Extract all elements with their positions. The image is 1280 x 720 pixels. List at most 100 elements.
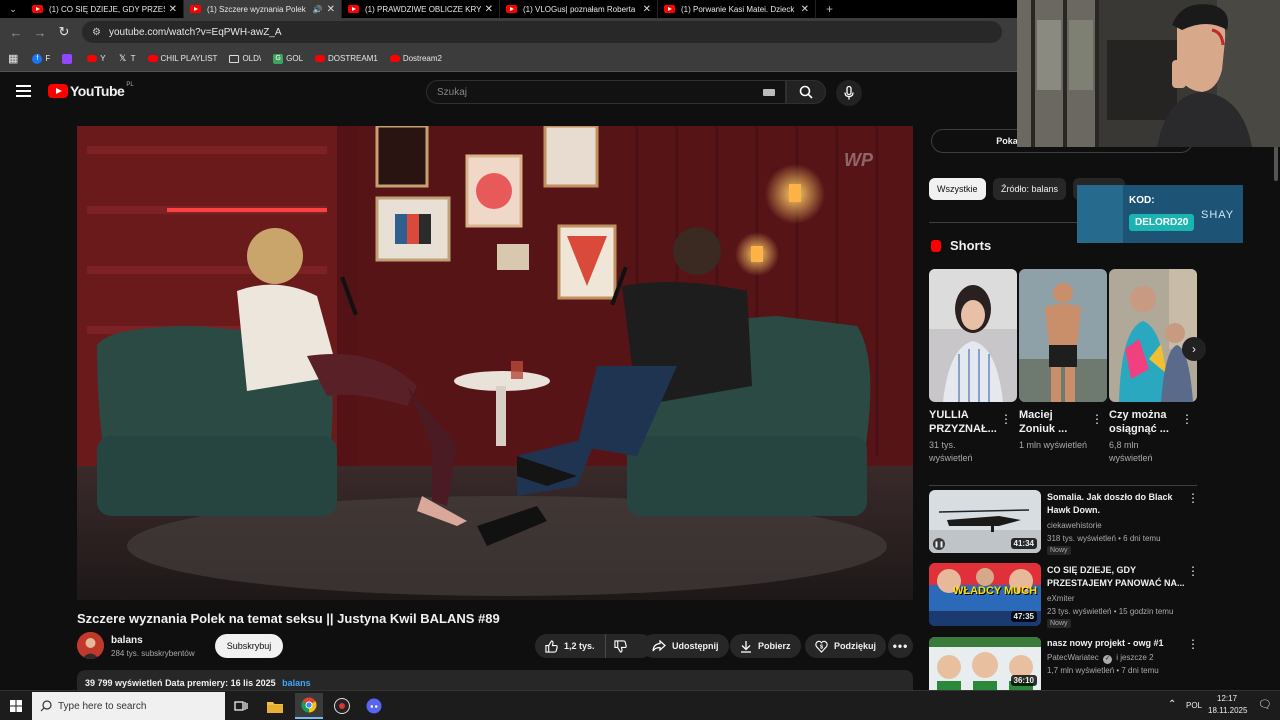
youtube-logo[interactable]: YouTube PL [48,82,134,99]
video-player[interactable]: WP [77,126,913,600]
shorts-heading: Shorts [931,238,991,253]
more-actions-button[interactable]: ••• [888,634,913,658]
short-thumbnail[interactable] [1019,269,1107,402]
recommended-channel[interactable]: PatecWariatec ✓ i jeszcze 2 [1047,651,1192,664]
chrome-icon[interactable] [295,693,323,719]
recommended-title[interactable]: Somalia. Jak doszło do Black Hawk Down. [1047,491,1185,517]
recommended-thumbnail[interactable]: ❚❚ 41:34 [929,490,1041,553]
more-vertical-icon[interactable]: ⋮ [1000,412,1012,426]
reload-icon[interactable]: ↻ [52,24,76,40]
browser-tab[interactable]: (1) Porwanie Kasi Matei. Dzieck ✕ [658,0,816,18]
browser-tab[interactable]: (1) VLOGus| poznałam Roberta ✕ [500,0,658,18]
bookmark-dostream2[interactable]: Dostream2 [389,54,442,63]
search-button[interactable] [786,80,826,104]
new-tab-icon[interactable]: + [826,2,833,16]
menu-icon[interactable] [16,85,31,97]
bookmark-chil-playlist[interactable]: CHIL PLAYLIST [147,54,217,63]
close-tab-icon[interactable]: ✕ [485,4,493,15]
promo-code-overlay: KOD: DELORD20 SHAY [1077,185,1243,243]
browser-tab[interactable]: (1) PRAWDZIWE OBLICZE KRYZ ✕ [342,0,500,18]
recommended-title[interactable]: nasz nowy projekt - owg #1 [1047,637,1185,650]
more-vertical-icon[interactable]: ⋮ [1187,637,1199,651]
pause-icon[interactable]: ❚❚ [933,538,945,550]
like-button[interactable]: 1,2 tys. [535,634,606,658]
url-field[interactable]: ⚙ youtube.com/watch?v=EqPWH-awZ_A [82,21,1002,43]
like-dislike-group: 1,2 tys. [535,634,653,658]
recommended-channel[interactable]: eXmiter [1047,592,1192,605]
download-button[interactable]: Pobierz [730,634,801,658]
recommended-channel[interactable]: ciekawehistorie [1047,519,1192,532]
bookmark-twitch[interactable] [62,53,75,64]
speaker-icon[interactable]: 🔊 [313,5,323,14]
close-tab-icon[interactable]: ✕ [169,4,177,15]
short-title[interactable]: Czy można osiągnąć ... [1109,408,1179,436]
more-vertical-icon[interactable]: ⋮ [1181,412,1193,426]
chip-source-balans[interactable]: Źródło: balans [993,178,1067,200]
voice-search-button[interactable] [836,80,862,106]
more-vertical-icon[interactable]: ⋮ [1091,412,1103,426]
short-thumbnail[interactable] [1109,269,1197,402]
subscribe-button[interactable]: Subskrybuj [215,634,283,658]
youtube-icon [147,55,158,62]
apps-grid-icon[interactable]: ▦ [8,52,18,65]
search-input[interactable]: Szukaj [426,80,786,104]
new-badge: Nowy [1047,619,1071,628]
back-arrow-icon[interactable]: ← [4,25,28,40]
short-title[interactable]: Maciej Zoniuk ... [1019,408,1089,436]
more-vertical-icon[interactable]: ⋮ [1187,564,1199,578]
close-tab-icon[interactable]: ✕ [327,4,335,15]
youtube-favicon-icon [348,5,359,13]
short-title[interactable]: YULLIA PRZYZNAŁ... [929,408,999,436]
short-views: 1 mln wyświetleń [1019,440,1088,450]
dislike-button[interactable] [606,634,642,658]
forward-arrow-icon[interactable]: → [28,25,52,40]
bookmark-folder-old[interactable]: OLD\ [229,54,261,63]
discord-icon[interactable] [360,693,388,719]
short-thumbnail-image [929,269,1017,402]
avatar[interactable] [77,632,104,659]
bookmark-youtube[interactable]: Y [87,54,106,63]
page-scrollbar[interactable] [1274,145,1278,181]
taskbar-search-input[interactable]: Type here to search [32,692,225,720]
task-view-icon[interactable] [227,693,255,719]
shorts-next-button[interactable]: › [1182,337,1206,361]
tab-search-chevron-icon[interactable]: ⌄ [0,0,26,18]
close-tab-icon[interactable]: ✕ [801,4,809,15]
recommended-title[interactable]: CO SIĘ DZIEJE, GDY PRZESTAJEMY PANOWAĆ N… [1047,564,1185,590]
youtube-favicon-icon [190,5,201,13]
recommended-thumbnail[interactable]: WŁADCY MUCH 47:35 [929,563,1041,626]
short-thumbnail[interactable] [929,269,1017,402]
clock-date[interactable]: 18.11.2025 [1208,706,1247,715]
share-button[interactable]: Udostępnij [642,634,729,658]
subscriber-count: 284 tys. subskrybentów [111,649,195,658]
obs-recording-icon[interactable] [328,693,356,719]
browser-tab[interactable]: (1) CO SIĘ DZIEJE, GDY PRZESTA✕ [26,0,184,18]
channel-avatar-image [77,632,104,659]
hashtag-link[interactable]: balans [282,678,311,688]
windows-start-icon[interactable] [10,700,22,712]
view-count: 39 799 wyświetleń [85,678,163,688]
chip-all[interactable]: Wszystkie [929,178,986,200]
gol-icon: G [273,53,284,64]
bookmark-facebook[interactable]: fF [32,53,50,64]
channel-name[interactable]: balans [111,635,143,646]
recommended-thumbnail[interactable]: 36:10 [929,637,1041,690]
youtube-favicon-icon [32,5,43,13]
chevron-right-icon: › [1192,342,1196,356]
bookmark-x[interactable]: 𝕏T [118,53,136,64]
close-tab-icon[interactable]: ✕ [643,4,651,15]
bookmark-gol[interactable]: G GOL [273,53,303,64]
search-icon [40,700,52,712]
browser-tab-active[interactable]: (1) Szczere wyznania Polek 🔊 ✕ [184,0,342,18]
keyboard-icon[interactable] [763,89,775,96]
thanks-button[interactable]: $ Podziękuj [805,634,887,658]
short-thumbnail-image [1109,269,1197,402]
more-vertical-icon[interactable]: ⋮ [1187,491,1199,505]
site-settings-icon[interactable]: ⚙ [92,27,101,38]
notification-icon[interactable]: 🗨 [1258,698,1272,711]
file-explorer-icon[interactable] [261,693,289,719]
clock-time[interactable]: 12:17 [1217,694,1237,703]
bookmark-dostream1[interactable]: DOSTREAM1 [315,54,378,63]
tray-chevron-up-icon[interactable]: ⌃ [1168,699,1176,710]
language-indicator[interactable]: POL [1186,701,1202,710]
